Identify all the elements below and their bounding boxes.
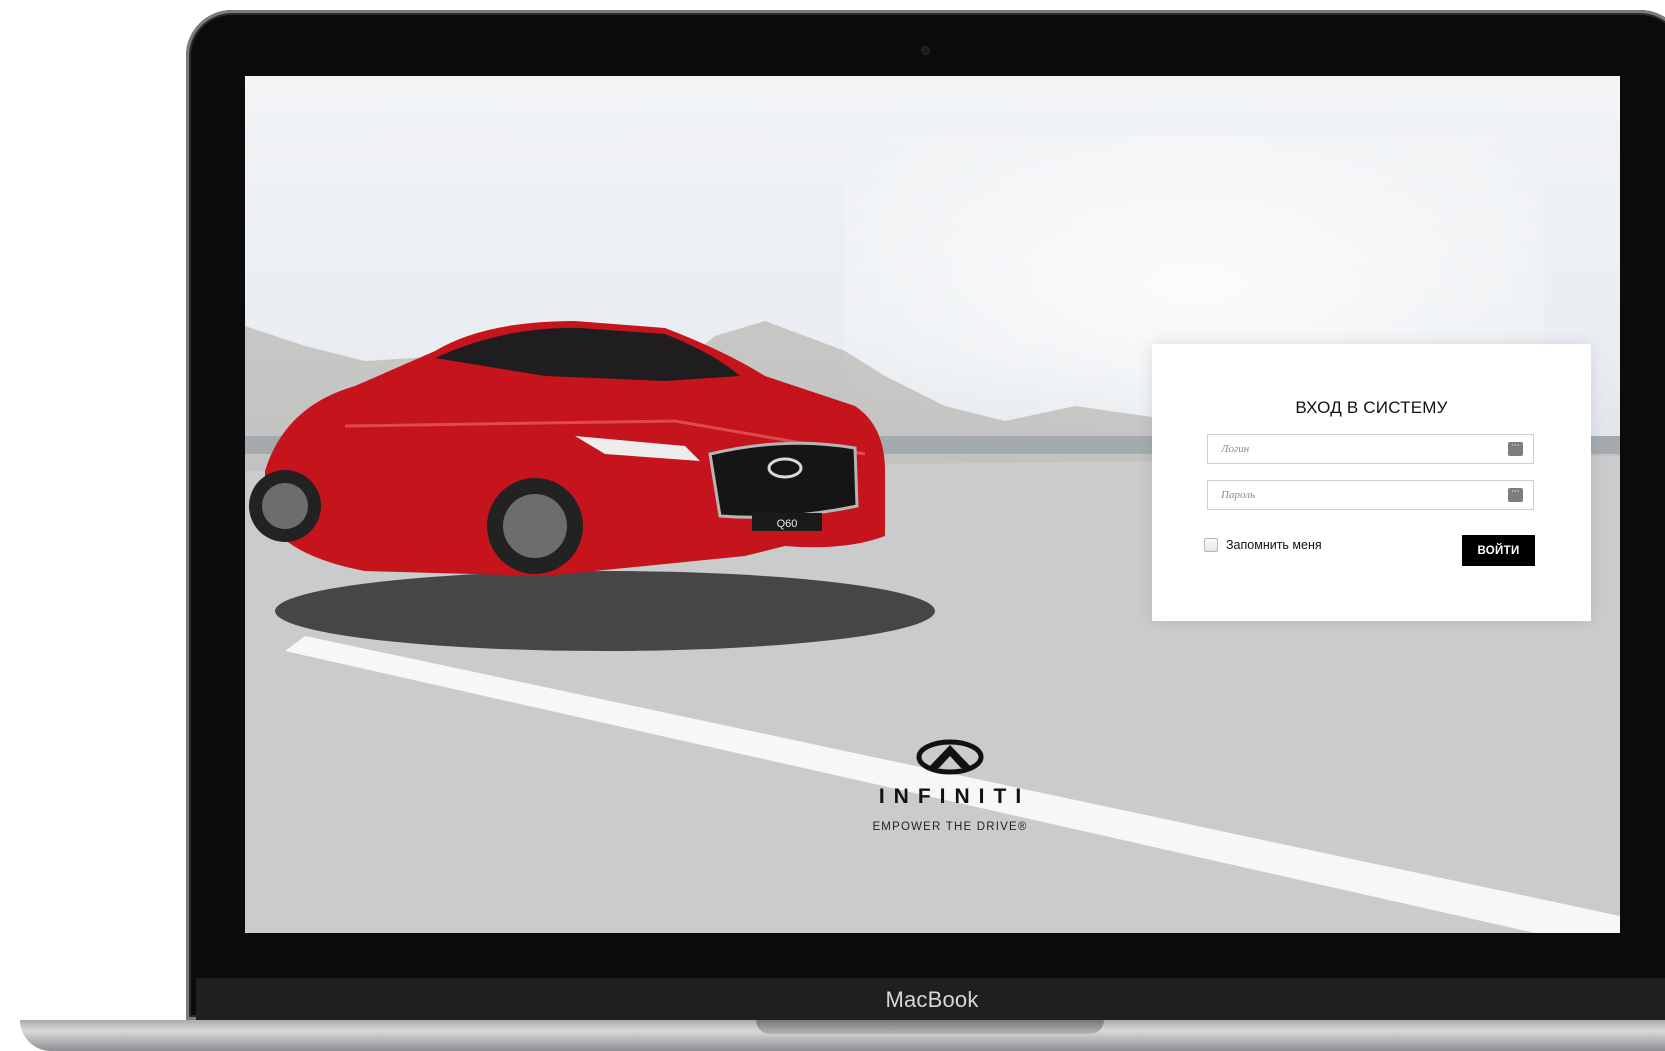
brand-wordmark: INFINITI (878, 785, 1031, 808)
keyboard-icon[interactable]: ··· (1508, 442, 1523, 456)
brand-tagline: EMPOWER THE DRIVE® (872, 821, 1028, 833)
car-plate-text: Q60 (777, 518, 798, 530)
username-input[interactable] (1208, 435, 1491, 463)
remember-checkbox[interactable] (1204, 538, 1218, 552)
webcam (921, 46, 930, 55)
password-field[interactable]: ··· (1207, 480, 1534, 510)
password-input[interactable] (1208, 481, 1491, 509)
laptop-brand-label: MacBook (885, 987, 979, 1012)
login-panel: ВХОД В СИСТЕМУ ··· ··· Запомнить меня ВО… (1152, 344, 1591, 621)
infiniti-logo-icon (916, 739, 984, 775)
laptop-hinge-notch (756, 1020, 1104, 1034)
brand-logo: INFINITI EMPOWER THE DRIVE® (865, 738, 1035, 833)
screen: Q60 ВХОД В СИСТЕМУ ··· ··· Запомнить мен… (245, 76, 1620, 933)
remember-me[interactable]: Запомнить меня (1204, 538, 1322, 552)
keyboard-icon[interactable]: ··· (1508, 488, 1523, 502)
username-field[interactable]: ··· (1207, 434, 1534, 464)
car-shadow (275, 571, 935, 651)
login-title: ВХОД В СИСТЕМУ (1295, 398, 1448, 417)
remember-label: Запомнить меня (1226, 538, 1322, 552)
login-button[interactable]: ВОЙТИ (1462, 535, 1535, 566)
